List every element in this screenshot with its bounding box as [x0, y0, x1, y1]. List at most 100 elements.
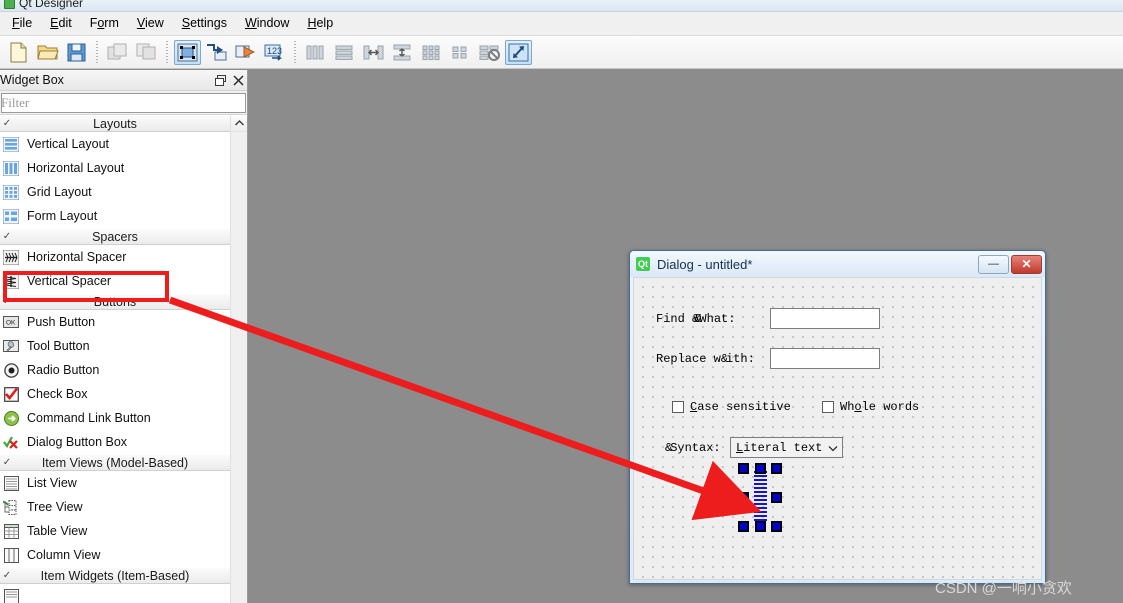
widget-list: ✓ Layouts Vertical Layout Horizontal Lay… — [0, 115, 230, 603]
window-title: Qt Designer — [19, 0, 84, 10]
menu-form[interactable]: Form — [81, 14, 128, 33]
widget-item-vertical-layout[interactable]: Vertical Layout — [0, 132, 230, 156]
widget-item-partial[interactable] — [0, 584, 230, 603]
break-layout-icon[interactable] — [476, 40, 503, 65]
main-toolbar: 123 — [0, 36, 1123, 69]
horizontal-layout-icon — [2, 159, 20, 177]
menu-window[interactable]: Window — [236, 14, 298, 33]
widget-item-dialog-button-box[interactable]: Dialog Button Box — [0, 430, 230, 454]
widget-item-tool-button[interactable]: Tool Button — [0, 334, 230, 358]
checkbox-box[interactable] — [672, 401, 684, 413]
dialog-form-area[interactable]: Find && What: Replace w& ith: Case sensiti… — [633, 277, 1042, 580]
close-button[interactable]: ✕ — [1011, 254, 1042, 274]
resize-handle-bottom-right[interactable] — [771, 521, 782, 532]
widget-item-label: Column View — [27, 548, 101, 562]
filter-input[interactable]: Filter — [1, 93, 246, 113]
find-what-input[interactable] — [770, 308, 880, 329]
vertical-layout-icon — [2, 135, 20, 153]
widget-section-spacers[interactable]: ✓ Spacers — [0, 228, 230, 245]
layout-form-icon[interactable] — [447, 40, 474, 65]
replace-with-row: Replace w& ith: — [656, 352, 755, 366]
case-sensitive-checkbox[interactable]: Case sensitive — [672, 400, 791, 414]
scrollbar-track[interactable] — [231, 132, 247, 603]
redo-icon[interactable] — [133, 40, 160, 65]
edit-signals-icon[interactable] — [203, 40, 230, 65]
widget-section-layouts[interactable]: ✓ Layouts — [0, 115, 230, 132]
toolbar-separator — [166, 41, 168, 63]
menu-view[interactable]: View — [128, 14, 173, 33]
widget-section-buttons[interactable]: ✓ Buttons — [0, 293, 230, 310]
widget-item-grid-layout[interactable]: Grid Layout — [0, 180, 230, 204]
adjust-size-icon[interactable] — [505, 39, 532, 65]
chevron-down-icon[interactable] — [828, 441, 838, 455]
resize-handle-middle-right[interactable] — [771, 492, 782, 503]
dialog-button-box-icon — [2, 433, 20, 451]
widget-item-label: Horizontal Spacer — [27, 250, 127, 264]
widget-item-label: Check Box — [27, 387, 88, 401]
menu-help[interactable]: Help — [298, 14, 342, 33]
open-form-icon[interactable] — [34, 40, 61, 65]
menu-edit[interactable]: Edit — [41, 14, 81, 33]
filter-placeholder: Filter — [1, 95, 30, 110]
layout-splitter-v-icon[interactable] — [389, 40, 416, 65]
widget-item-table-view[interactable]: Table View — [0, 519, 230, 543]
vertical-spacer-widget[interactable] — [738, 463, 782, 532]
widget-section-item-widgets[interactable]: ✓ Item Widgets (Item-Based) — [0, 567, 230, 584]
menu-file[interactable]: File — [3, 14, 41, 33]
widget-item-command-link-button[interactable]: Command Link Button — [0, 406, 230, 430]
widget-item-label: Dialog Button Box — [27, 435, 128, 449]
undo-icon[interactable] — [104, 40, 131, 65]
edit-buddies-icon[interactable] — [232, 40, 259, 65]
widget-item-label: Vertical Layout — [27, 137, 109, 151]
minimize-button[interactable]: — — [978, 254, 1009, 274]
widget-item-form-layout[interactable]: Form Layout — [0, 204, 230, 228]
widget-item-column-view[interactable]: Column View — [0, 543, 230, 567]
widget-item-list-view[interactable]: List View — [0, 471, 230, 495]
layout-horizontal-icon[interactable] — [302, 40, 329, 65]
float-icon[interactable] — [211, 71, 229, 89]
widget-item-label: Horizontal Layout — [27, 161, 125, 175]
section-label: Layouts — [93, 116, 137, 131]
widget-box-scrollbar[interactable] — [230, 115, 247, 603]
resize-handle-middle-left[interactable] — [738, 492, 749, 503]
whole-words-label: Whole words — [840, 400, 920, 414]
resize-handle-top-center[interactable] — [755, 463, 766, 474]
widget-item-horizontal-spacer[interactable]: Horizontal Spacer — [0, 245, 230, 269]
menu-settings[interactable]: Settings — [173, 14, 236, 33]
resize-handle-bottom-center[interactable] — [755, 521, 766, 532]
widget-section-item-views[interactable]: ✓ Item Views (Model-Based) — [0, 454, 230, 471]
horizontal-spacer-icon — [2, 248, 20, 266]
widget-item-horizontal-layout[interactable]: Horizontal Layout — [0, 156, 230, 180]
syntax-combobox[interactable]: Literal text — [730, 437, 843, 458]
edit-tab-order-icon[interactable]: 123 — [261, 40, 288, 65]
widget-item-radio-button[interactable]: Radio Button — [0, 358, 230, 382]
layout-splitter-h-icon[interactable] — [360, 40, 387, 65]
widget-item-tree-view[interactable]: Tree View — [0, 495, 230, 519]
find-what-label: Find && What: — [656, 312, 736, 326]
save-form-icon[interactable] — [63, 40, 90, 65]
widget-item-vertical-spacer[interactable]: Vertical Spacer — [0, 269, 230, 293]
toolbar-group-edit — [103, 40, 161, 65]
resize-handle-top-right[interactable] — [771, 463, 782, 474]
dialog-title: Dialog - untitled* — [657, 256, 753, 272]
syntax-label: & Syntax: — [665, 441, 721, 455]
close-icon[interactable] — [229, 71, 247, 89]
svg-text:OK: OK — [6, 320, 16, 327]
dialog-title-bar[interactable]: Qt Dialog - untitled* — ✕ — [630, 251, 1045, 277]
edit-widgets-icon[interactable] — [174, 39, 201, 65]
layout-vertical-icon[interactable] — [331, 40, 358, 65]
chevron-up-icon[interactable] — [231, 115, 247, 132]
widget-item-check-box[interactable]: Check Box — [0, 382, 230, 406]
widget-item-label: Table View — [27, 524, 88, 538]
widget-item-push-button[interactable]: OK Push Button — [0, 310, 230, 334]
resize-handle-top-left[interactable] — [738, 463, 749, 474]
close-icon: ✕ — [1021, 257, 1032, 271]
table-view-icon — [2, 522, 20, 540]
form-dialog-window[interactable]: Qt Dialog - untitled* — ✕ Find && What: R… — [629, 250, 1046, 584]
checkbox-box[interactable] — [822, 401, 834, 413]
resize-handle-bottom-left[interactable] — [738, 521, 749, 532]
layout-grid-icon[interactable] — [418, 40, 445, 65]
new-form-icon[interactable] — [5, 40, 32, 65]
replace-with-input[interactable] — [770, 348, 880, 369]
whole-words-checkbox[interactable]: Whole words — [822, 400, 919, 414]
